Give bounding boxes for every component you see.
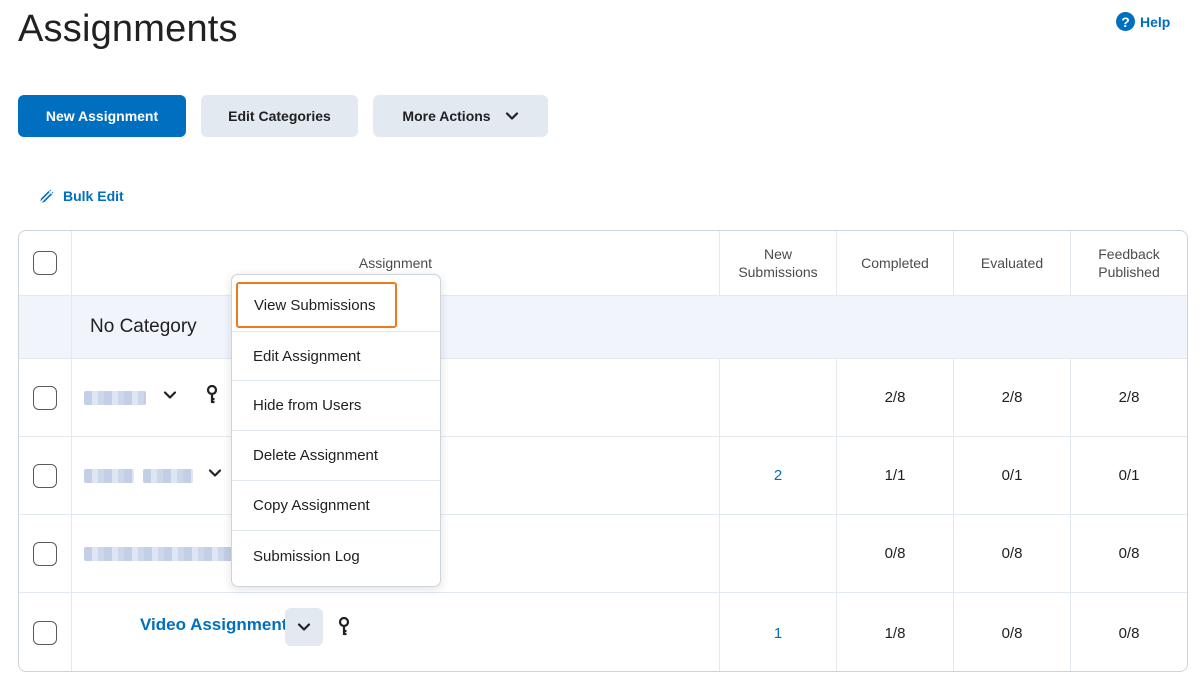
chevron-down-icon[interactable]	[203, 461, 227, 485]
header-completed[interactable]: Completed	[837, 231, 954, 295]
completed-cell: 1/8	[837, 593, 954, 671]
category-row: No Category	[19, 296, 1187, 359]
row-checkbox[interactable]	[33, 385, 57, 410]
menu-item-submission-log[interactable]: Submission Log	[232, 531, 440, 581]
assignment-context-menu: View Submissions Edit Assignment Hide fr…	[231, 274, 441, 587]
menu-item-delete-assignment[interactable]: Delete Assignment	[232, 431, 440, 481]
bulk-edit-link[interactable]: Bulk Edit	[37, 186, 124, 206]
row-checkbox[interactable]	[33, 541, 57, 566]
table-row: 0/8 0/8 0/8	[19, 515, 1187, 593]
header-feedback-line2: Published	[1098, 264, 1160, 280]
header-evaluated[interactable]: Evaluated	[954, 231, 1071, 295]
assignment-cell: Video Assignment	[72, 593, 720, 671]
category-label: No Category	[90, 316, 197, 337]
evaluated-cell: 0/8	[954, 593, 1071, 671]
more-actions-label: More Actions	[402, 108, 491, 124]
header-new-submissions-line2: Submissions	[738, 264, 818, 280]
row-checkbox[interactable]	[33, 463, 57, 488]
evaluated-cell: 0/8	[954, 515, 1071, 592]
select-all-checkbox[interactable]	[33, 251, 57, 275]
menu-item-edit-assignment[interactable]: Edit Assignment	[232, 331, 440, 381]
menu-item-hide-from-users[interactable]: Hide from Users	[232, 381, 440, 431]
feedback-cell: 2/8	[1118, 389, 1140, 406]
evaluated-cell: 0/1	[954, 437, 1071, 514]
feedback-cell: 0/8	[1118, 624, 1140, 642]
feedback-cell: 0/1	[1118, 467, 1140, 484]
completed-cell: 1/1	[837, 437, 954, 514]
chevron-down-icon	[297, 623, 311, 631]
key-icon	[338, 617, 350, 636]
header-feedback-line1: Feedback	[1098, 246, 1160, 262]
table-header-row: Assignment New Submissions Completed Eval…	[19, 231, 1187, 296]
table-row: Video Assignment 1 1/8 0/8 0/8	[19, 593, 1187, 671]
new-submissions-link[interactable]: 2	[720, 437, 837, 514]
chevron-down-icon[interactable]	[158, 383, 182, 407]
assignment-name-redacted[interactable]	[143, 468, 193, 483]
table-row: 2/8 2/8 2/8	[19, 359, 1187, 437]
menu-item-copy-assignment[interactable]: Copy Assignment	[232, 481, 440, 531]
new-submissions-cell	[720, 359, 837, 436]
header-new-submissions[interactable]: New Submissions	[720, 231, 837, 295]
assignment-name-redacted[interactable]	[84, 468, 134, 483]
key-icon	[206, 385, 218, 404]
row-select-cell	[19, 359, 72, 436]
more-actions-button[interactable]: More Actions	[373, 95, 548, 137]
edit-categories-button[interactable]: Edit Categories	[201, 95, 358, 137]
assignment-name-redacted[interactable]	[84, 390, 146, 405]
new-submissions-link[interactable]: 1	[720, 593, 837, 671]
assignment-actions-button[interactable]	[285, 608, 323, 646]
row-select-cell	[19, 515, 72, 592]
help-label: Help	[1140, 13, 1171, 30]
pencil-icon	[38, 187, 56, 205]
table-row: 2 1/1 0/1 0/1	[19, 437, 1187, 515]
header-select-cell	[19, 231, 72, 295]
row-select-cell	[19, 437, 72, 514]
bulk-edit-label: Bulk Edit	[63, 188, 124, 204]
row-checkbox[interactable]	[33, 621, 57, 645]
page-title: Assignments	[18, 8, 238, 50]
completed-cell: 2/8	[837, 359, 954, 436]
category-spacer	[19, 296, 72, 358]
new-submissions-cell	[720, 515, 837, 592]
help-icon: ?	[1116, 12, 1135, 31]
completed-cell: 0/8	[837, 515, 954, 592]
new-assignment-button[interactable]: New Assignment	[18, 95, 186, 137]
help-link[interactable]: ? Help	[1116, 12, 1170, 31]
row-select-cell	[19, 593, 72, 671]
assignment-link[interactable]: Video Assignment	[140, 615, 287, 635]
header-new-submissions-line1: New	[763, 246, 792, 262]
assignments-table: Assignment New Submissions Completed Eval…	[18, 230, 1188, 672]
chevron-down-icon	[505, 112, 518, 120]
menu-item-view-submissions[interactable]: View Submissions	[236, 282, 397, 328]
header-feedback-published[interactable]: Feedback Published	[1071, 231, 1187, 295]
assignment-name-redacted[interactable]	[84, 546, 234, 561]
feedback-cell: 0/8	[1118, 545, 1140, 562]
evaluated-cell: 2/8	[954, 359, 1071, 436]
